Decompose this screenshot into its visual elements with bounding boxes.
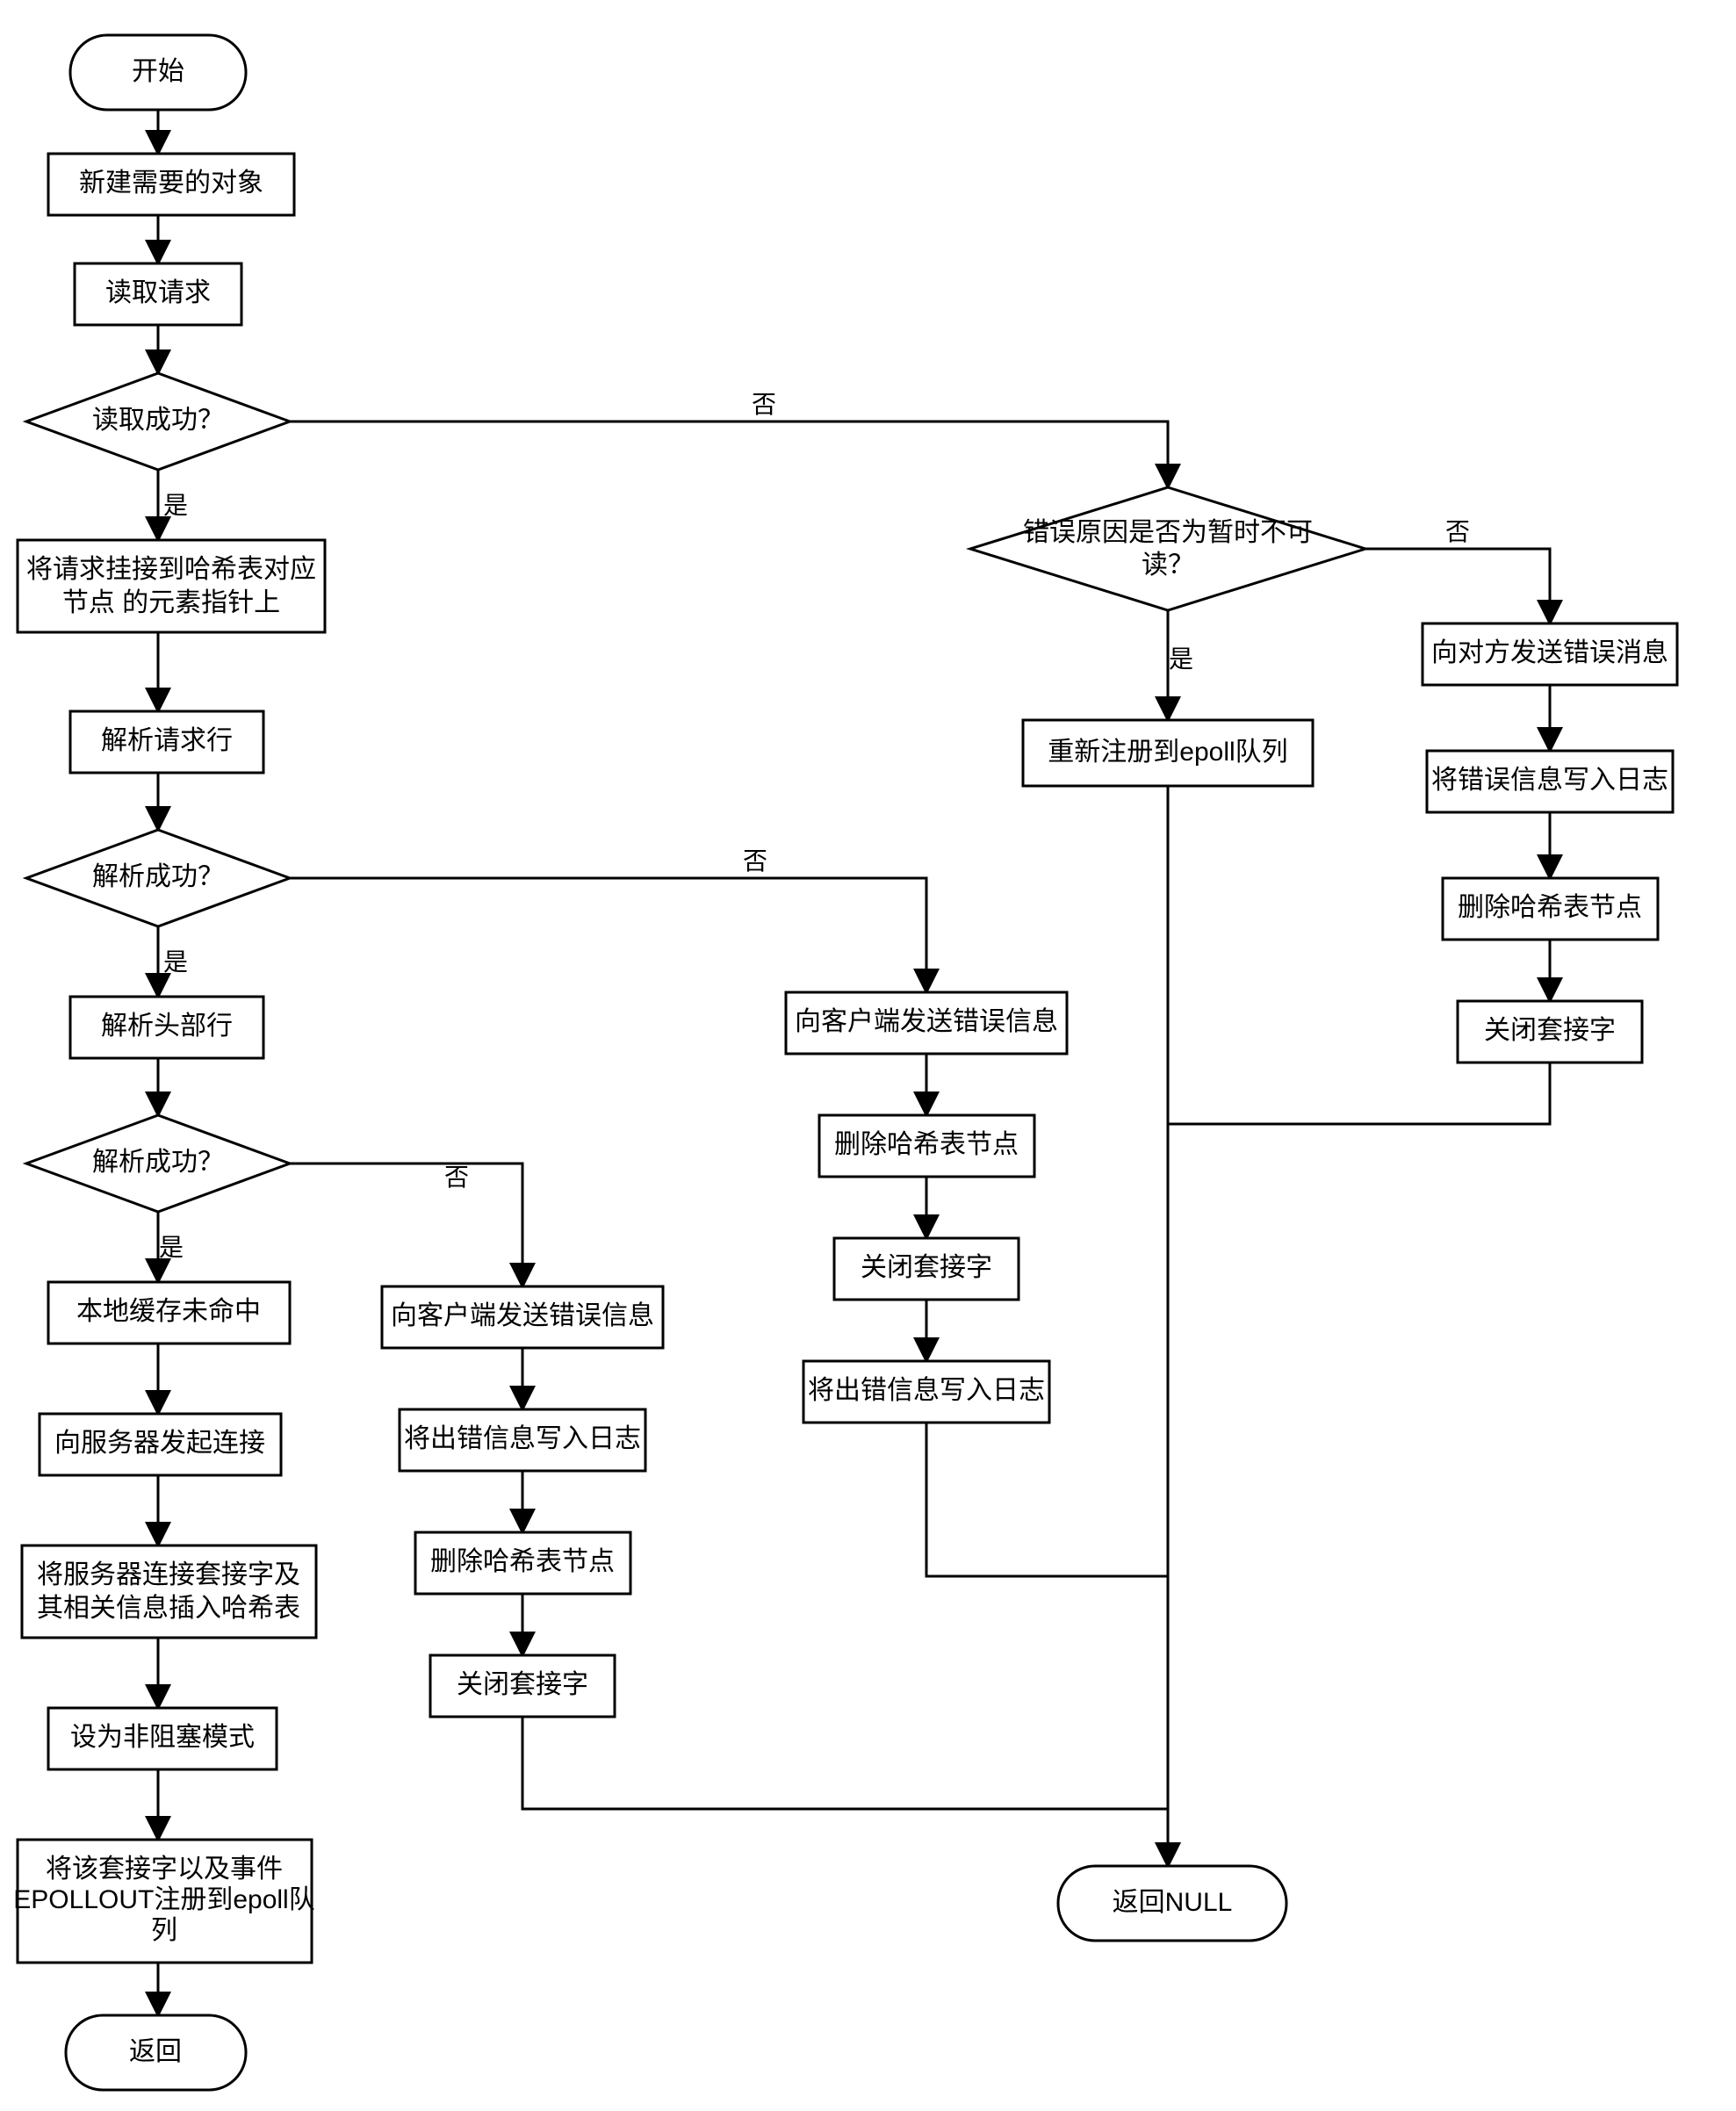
box-e3-label: 删除哈希表节点 (1458, 893, 1642, 922)
terminator-return-null-label: 返回NULL (1113, 1888, 1233, 1917)
box-r2-label: 将出错信息写入日志 (404, 1424, 641, 1453)
decision-temp-l2: 读？ (1142, 551, 1194, 580)
box-t1-label: 重新注册到epoll队列 (1048, 738, 1287, 767)
label-no-3: 否 (444, 1164, 469, 1191)
box-cache-miss-label: 本地缓存未命中 (76, 1297, 261, 1326)
box-m1-label: 向客户端发送错误信息 (795, 1007, 1058, 1036)
box-insert-hash-l1: 将服务器连接套接字及 (37, 1560, 300, 1589)
box-new-objects-label: 新建需要的对象 (79, 169, 263, 198)
box-m4-label: 将出错信息写入日志 (808, 1376, 1045, 1405)
box-insert-hash-l2: 其相关信息插入哈希表 (37, 1594, 300, 1623)
decision-parse2-success-label: 解析成功？ (92, 1148, 224, 1177)
decision-temp-l1: 错误原因是否为暂时不可 (1023, 518, 1313, 547)
box-parse-request-line-label: 解析请求行 (101, 726, 233, 755)
label-no-1: 否 (752, 391, 776, 418)
box-hash-attach (18, 540, 325, 632)
terminator-return-label: 返回 (129, 2037, 182, 2066)
box-hash-attach-l1: 将请求挂接到哈希表对应 (26, 555, 316, 584)
box-insert-hash (22, 1545, 316, 1638)
box-r1-label: 向客户端发送错误信息 (391, 1301, 654, 1330)
box-hash-attach-l2: 节点 的元素指针上 (62, 588, 280, 617)
box-e1-label: 向对方发送错误消息 (1431, 638, 1668, 667)
decision-read-success-label: 读取成功？ (92, 406, 224, 435)
box-read-request-label: 读取请求 (105, 278, 211, 307)
flowchart: 开始 新建需要的对象 读取请求 读取成功？ 是 将请求挂接到哈希表对应 节点 的… (0, 0, 1736, 2111)
label-yes-1: 是 (163, 492, 188, 519)
terminator-start-label: 开始 (132, 57, 184, 86)
box-register-epoll-l3: 列 (151, 1916, 177, 1945)
box-register-epoll-l1: 将该套接字以及事件 (46, 1855, 283, 1884)
label-yes-2: 是 (163, 948, 188, 976)
box-r4-label: 关闭套接字 (457, 1670, 588, 1699)
box-e2-label: 将错误信息写入日志 (1431, 766, 1668, 795)
label-yes-3: 是 (159, 1234, 184, 1261)
label-no-2: 否 (743, 847, 767, 875)
box-m3-label: 关闭套接字 (861, 1253, 992, 1282)
box-r3-label: 删除哈希表节点 (430, 1547, 615, 1576)
label-yes-4: 是 (1169, 645, 1193, 673)
box-e4-label: 关闭套接字 (1484, 1016, 1616, 1045)
decision-temp-unreadable (970, 487, 1365, 610)
decision-parse1-success-label: 解析成功？ (92, 862, 224, 891)
box-m2-label: 删除哈希表节点 (834, 1130, 1019, 1159)
box-nonblocking-label: 设为非阻塞模式 (70, 1723, 255, 1752)
box-register-epoll-l2: EPOLLOUT注册到epoll队 (13, 1885, 314, 1914)
box-connect-server-label: 向服务器发起连接 (54, 1429, 265, 1458)
label-no-4: 否 (1445, 518, 1470, 545)
box-parse-header-label: 解析头部行 (101, 1012, 233, 1041)
